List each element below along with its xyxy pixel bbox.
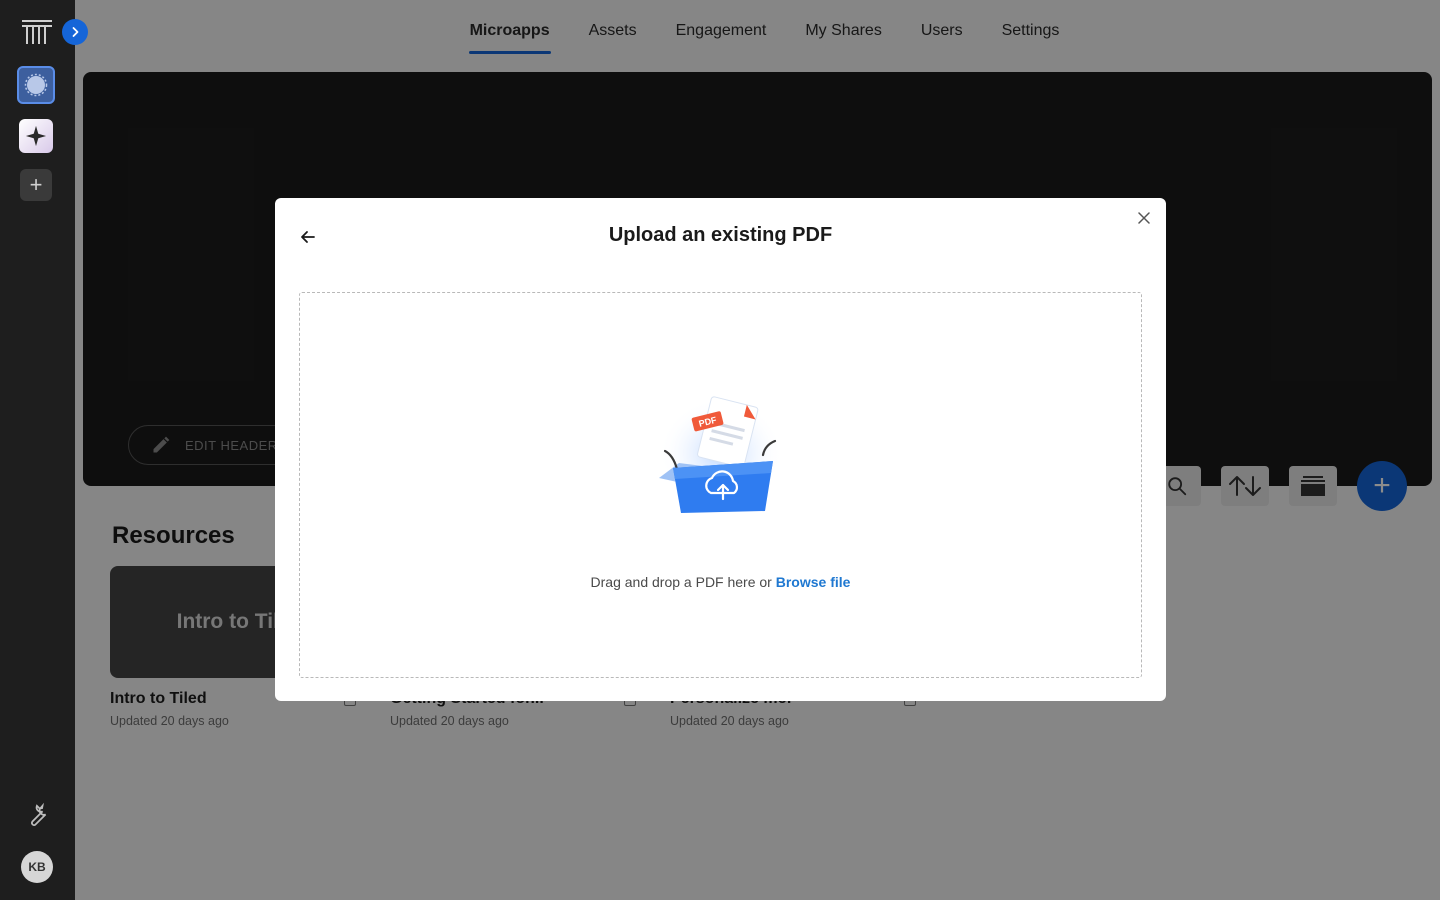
close-button[interactable] (1134, 208, 1154, 228)
chevron-right-icon (72, 27, 79, 37)
dialog-title: Upload an existing PDF (608, 224, 833, 246)
tiled-logo-icon[interactable] (22, 20, 52, 44)
expand-sidebar-button[interactable] (62, 19, 88, 45)
ai-app-button[interactable] (19, 119, 53, 153)
user-avatar[interactable]: KB (21, 851, 53, 883)
active-app-button[interactable] (17, 66, 55, 104)
left-rail: + KB (0, 0, 75, 900)
add-app-button[interactable]: + (20, 169, 52, 201)
drop-instructions: Drag and drop a PDF here or Browse file (300, 574, 1141, 590)
wrench-icon[interactable] (24, 802, 50, 828)
drop-text: Drag and drop a PDF here or (590, 574, 772, 590)
app-badge-icon (24, 73, 48, 97)
sparkle-icon (25, 125, 47, 147)
pdf-dropzone[interactable]: PDF Drag and drop a PDF here or Browse f… (299, 292, 1142, 678)
browse-file-link[interactable]: Browse file (776, 574, 851, 590)
plus-icon: + (29, 172, 43, 197)
close-icon (1138, 212, 1150, 224)
upload-pdf-dialog: Upload an existing PDF PDF Drag and drop… (275, 198, 1166, 701)
upload-folder-illustration: PDF (659, 396, 783, 513)
